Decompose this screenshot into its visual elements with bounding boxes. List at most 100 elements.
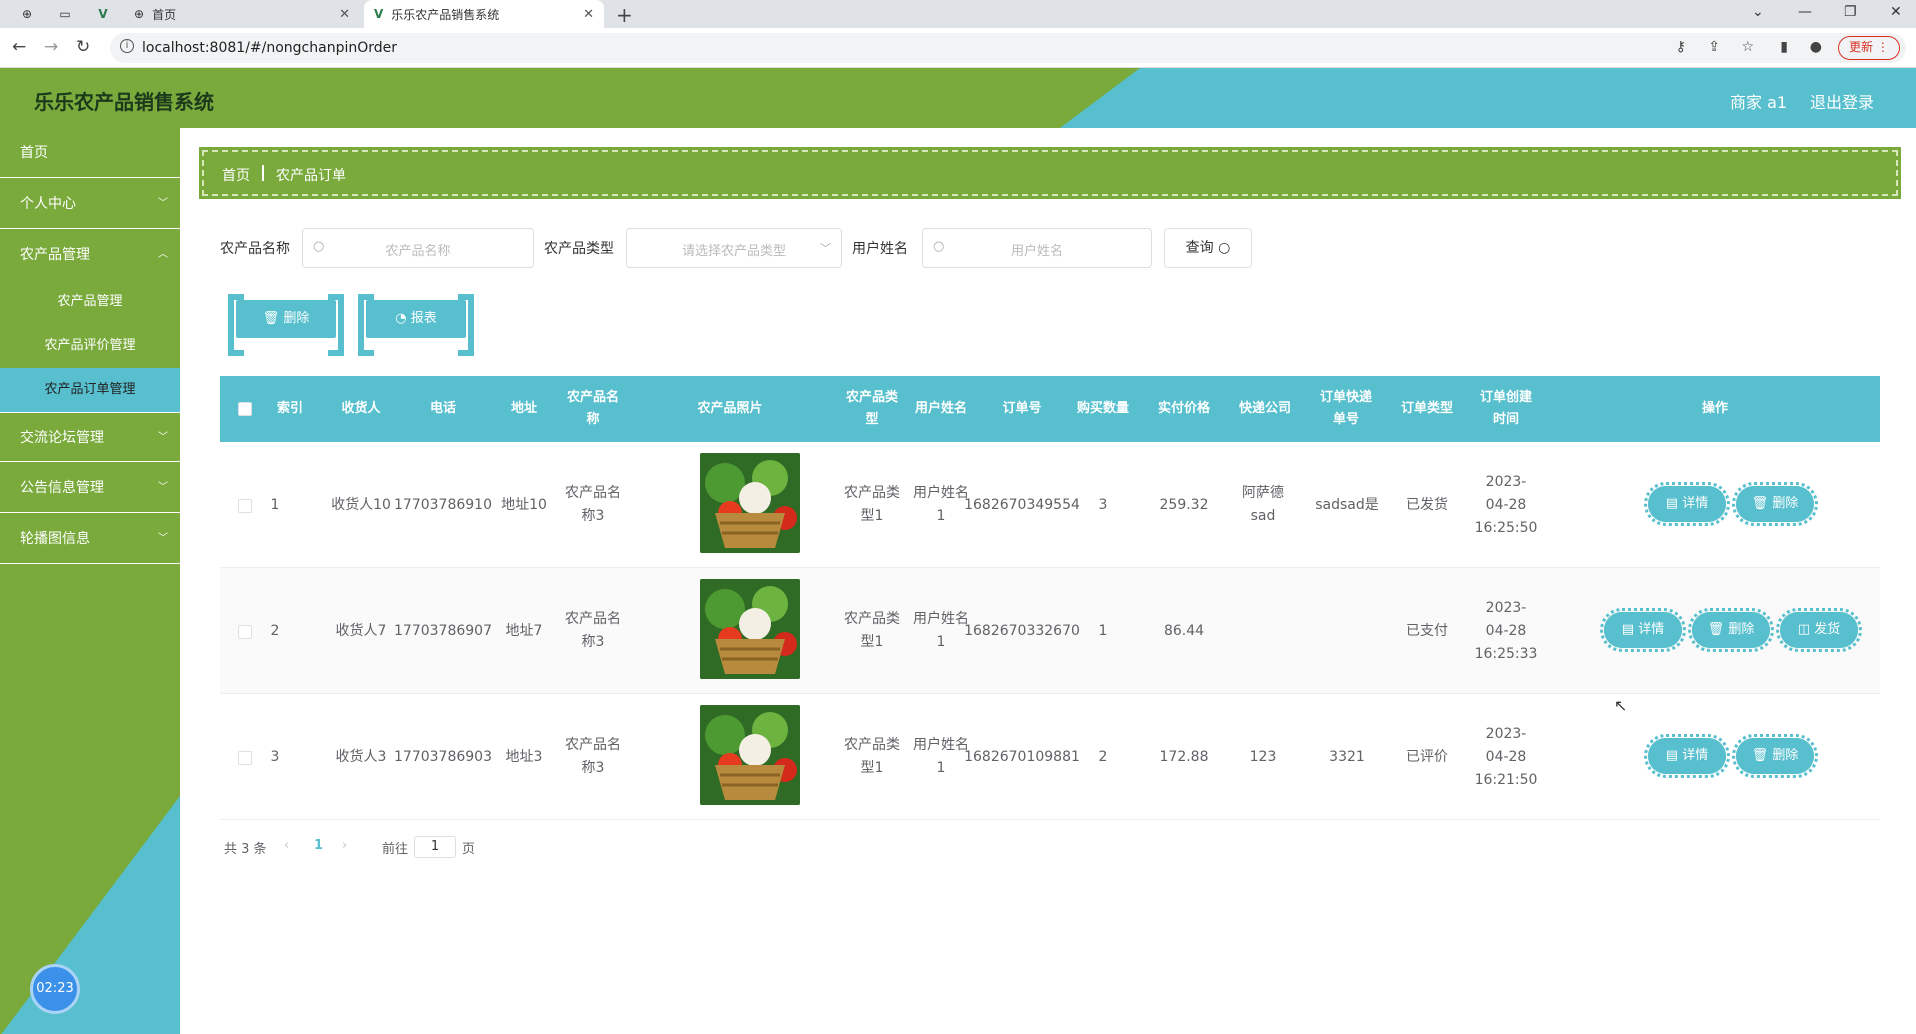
sidebar-item-product-mgmt[interactable]: 农产品管理 ︿ — [0, 230, 180, 280]
col-price: 实付价格 — [1157, 401, 1210, 416]
pinned-tab[interactable]: ⊕ — [10, 0, 44, 28]
new-tab-button[interactable]: + — [616, 3, 633, 27]
next-page-icon[interactable]: › — [342, 838, 347, 853]
cell-receiver: 收货人10 — [331, 496, 391, 513]
bookmark-star-icon[interactable]: ☆ — [1741, 39, 1754, 55]
side-panel-icon[interactable]: ▮ — [1780, 39, 1788, 55]
cell-product: 农产品名称3 — [565, 611, 621, 650]
pinned-tab[interactable]: V — [86, 0, 120, 28]
cell-price: 172.88 — [1159, 748, 1209, 765]
pagination-total: 共 3 条 — [224, 842, 267, 857]
cell-status: 已支付 — [1406, 622, 1448, 639]
query-label: 查询 — [1185, 240, 1214, 256]
delete-label: 删除 — [1772, 496, 1799, 511]
col-index: 索引 — [276, 401, 303, 416]
sidebar-item-label: 公告信息管理 — [20, 480, 104, 496]
col-status: 订单类型 — [1400, 401, 1453, 416]
app-title: 乐乐农产品销售系统 — [34, 90, 214, 114]
reload-button[interactable]: ↻ — [76, 37, 90, 57]
detail-button[interactable]: ▤ 详情 — [1644, 734, 1730, 778]
ship-button[interactable]: ◫ 发货 — [1776, 608, 1862, 652]
detail-label: 详情 — [1682, 496, 1709, 511]
update-button[interactable]: 更新 ⋮ — [1838, 36, 1900, 60]
breadcrumb-current: 农产品订单 — [276, 168, 346, 184]
site-info-icon[interactable]: i — [120, 39, 134, 53]
trash-icon: 🗑 — [1751, 496, 1769, 511]
forward-button[interactable]: → — [44, 37, 58, 57]
trash-icon: 🗑 — [1707, 622, 1725, 637]
select-all-checkbox[interactable] — [238, 402, 252, 416]
col-actions: 操作 — [1701, 401, 1728, 416]
url-field[interactable]: i localhost:8081/#/nongchanpinOrder ⚷ ⇪ … — [110, 33, 1906, 63]
page-number[interactable]: 1 — [314, 838, 323, 853]
col-created: 订单创建时间 — [1479, 390, 1532, 427]
update-label: 更新 — [1849, 40, 1874, 54]
col-user: 用户姓名 — [914, 401, 967, 416]
delete-button[interactable]: 🗑 删除 — [1732, 734, 1818, 778]
delete-button[interactable]: 🗑 删除 — [1732, 482, 1818, 526]
back-button[interactable]: ← — [12, 37, 26, 57]
logout-link[interactable]: 退出登录 — [1810, 89, 1874, 113]
tab-title: 首页 — [152, 7, 177, 22]
product-type-select[interactable]: 请选择农产品类型 ﹀ — [626, 228, 842, 268]
sidebar-subitem-reviews[interactable]: 农产品评价管理 — [0, 324, 180, 368]
detail-button[interactable]: ▤ 详情 — [1600, 608, 1686, 652]
breadcrumb-home[interactable]: 首页 — [222, 165, 250, 185]
cell-price: 259.32 — [1159, 496, 1209, 513]
bulk-delete-button[interactable]: 🗑 删除 — [228, 294, 344, 356]
cell-user: 用户姓名1 — [913, 485, 969, 524]
sidebar-item-carousel[interactable]: 轮播图信息 ﹀ — [0, 514, 180, 564]
row-checkbox[interactable] — [238, 751, 252, 765]
sidebar-subitem-orders[interactable]: 农产品订单管理 — [0, 368, 180, 412]
sidebar-item-label: 农产品评价管理 — [44, 338, 136, 353]
minimize-button[interactable]: — — [1798, 4, 1812, 20]
user-name-input[interactable]: ○ 用户姓名 — [922, 228, 1152, 268]
product-name-label: 农产品名称 — [220, 241, 290, 257]
prev-page-icon[interactable]: ‹ — [284, 838, 289, 853]
cell-type: 农产品类型1 — [844, 737, 900, 776]
col-qty: 购买数量 — [1076, 401, 1129, 416]
detail-label: 详情 — [1682, 748, 1709, 763]
sidebar-item-personal[interactable]: 个人中心 ﹀ — [0, 179, 180, 229]
product-photo — [700, 579, 800, 679]
table-row: 1 收货人10 17703786910 地址10 农产品名称3 农产品类型1 用… — [220, 442, 1880, 568]
cell-express — [1234, 568, 1292, 694]
delete-button[interactable]: 🗑 删除 — [1688, 608, 1774, 652]
col-order-no: 订单号 — [1002, 401, 1042, 416]
row-checkbox[interactable] — [238, 625, 252, 639]
breadcrumb: 首页 农产品订单 — [199, 147, 1901, 199]
tab-app[interactable]: V 乐乐农产品销售系统 ✕ — [364, 0, 604, 28]
sidebar-subitem-products[interactable]: 农产品管理 — [0, 280, 180, 324]
cell-qty: 3 — [1098, 496, 1108, 513]
restore-button[interactable]: ❐ — [1844, 4, 1857, 20]
chevron-up-icon: ︿ — [158, 249, 168, 260]
cell-order-no: 1682670332670 — [964, 622, 1080, 639]
tab-search-icon[interactable]: ⌄ — [1752, 4, 1764, 20]
profile-icon[interactable]: ● — [1810, 39, 1822, 55]
row-checkbox[interactable] — [238, 499, 252, 513]
goto-page-input[interactable]: 1 — [414, 836, 456, 858]
tab-home[interactable]: ⊕ 首页 ✕ — [124, 0, 360, 28]
close-tab-icon[interactable]: ✕ — [339, 7, 350, 22]
detail-button[interactable]: ▤ 详情 — [1644, 482, 1730, 526]
cell-qty: 2 — [1098, 748, 1108, 765]
key-icon[interactable]: ⚷ — [1676, 39, 1686, 55]
cell-express: 阿萨德sad — [1242, 485, 1284, 524]
pinned-tab[interactable]: ▭ — [48, 0, 82, 28]
product-name-input[interactable]: ○ 农产品名称 — [302, 228, 534, 268]
close-window-button[interactable]: ✕ — [1890, 4, 1902, 20]
cell-qty: 1 — [1098, 622, 1108, 639]
cell-express: 123 — [1249, 748, 1277, 765]
cell-phone: 17703786903 — [394, 748, 492, 765]
close-tab-icon[interactable]: ✕ — [583, 7, 594, 22]
sidebar-item-home[interactable]: 首页 — [0, 128, 180, 178]
cell-receiver: 收货人3 — [335, 748, 387, 765]
report-button[interactable]: ◔ 报表 — [358, 294, 474, 356]
query-button[interactable]: 查询 ○ — [1164, 228, 1252, 268]
sidebar-item-notice[interactable]: 公告信息管理 ﹀ — [0, 463, 180, 513]
tab-title: 乐乐农产品销售系统 — [391, 7, 500, 22]
share-icon[interactable]: ⇪ — [1708, 39, 1720, 55]
sidebar-item-forum[interactable]: 交流论坛管理 ﹀ — [0, 412, 180, 462]
cell-created: 2023-04-28 16:25:50 — [1474, 473, 1538, 536]
document-icon: ▤ — [1665, 748, 1679, 763]
